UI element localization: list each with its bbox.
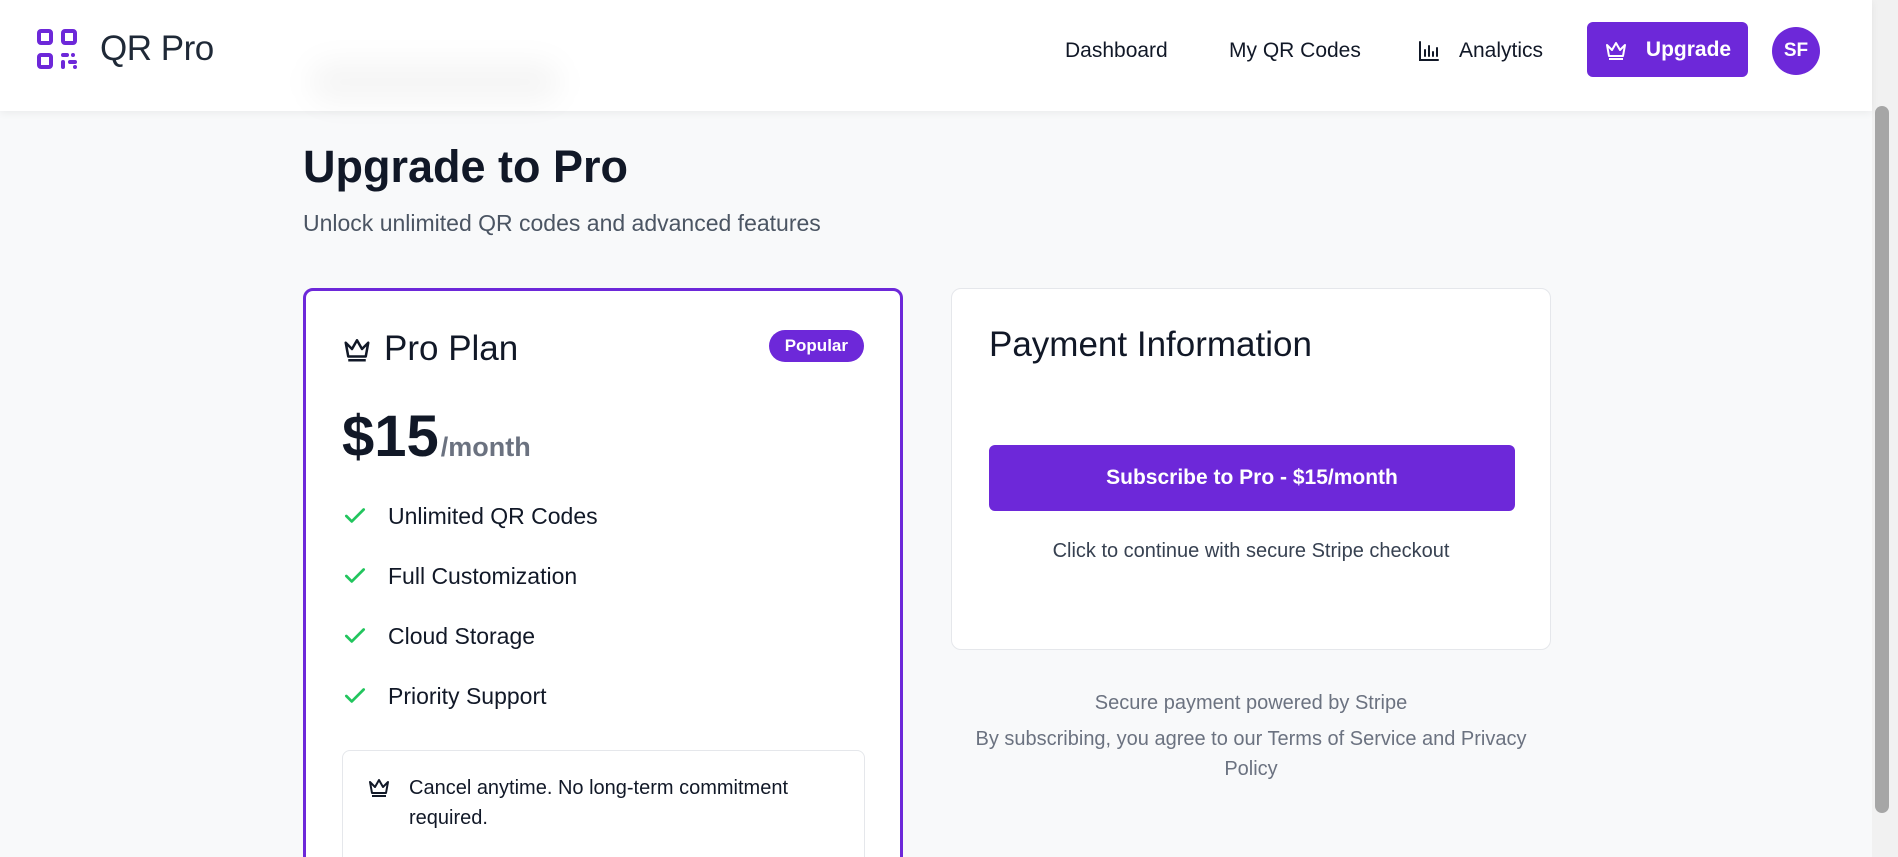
crown-icon [1605,41,1626,60]
price-period: /month [440,432,531,462]
feature-label: Unlimited QR Codes [388,502,598,529]
check-icon [344,508,366,523]
feature-list: Unlimited QR Codes Full Customization Cl… [342,486,598,726]
brand-name: QR Pro [100,29,214,68]
feature-item: Priority Support [342,666,598,726]
check-icon [344,628,366,643]
bar-chart-icon [1419,41,1439,61]
cancel-note: Cancel anytime. No long-term commitment … [342,750,865,857]
top-navbar: QR Pro Dashboard My QR Codes Analytics U… [0,0,1872,111]
nav-my-qr-codes-label: My QR Codes [1229,39,1361,62]
plan-price: $15 /month [342,403,531,470]
feature-label: Full Customization [388,562,578,589]
avatar[interactable]: SF [1772,27,1820,75]
page: QR Pro Dashboard My QR Codes Analytics U… [0,0,1898,857]
feature-item: Full Customization [342,546,598,606]
feature-label: Priority Support [388,682,547,709]
popular-badge: Popular [768,330,864,362]
page-subtitle: Unlock unlimited QR codes and advanced f… [303,210,821,236]
qr-logo-icon [37,29,77,69]
feature-item: Unlimited QR Codes [342,486,598,546]
price-amount: $15 [342,404,439,469]
upgrade-button[interactable]: Upgrade [1587,22,1748,77]
nav-analytics[interactable]: Analytics [1417,0,1543,102]
nav-my-qr-codes[interactable]: My QR Codes [1229,0,1361,102]
feature-item: Cloud Storage [342,606,598,666]
feature-label: Cloud Storage [388,622,536,649]
nav-dashboard[interactable]: Dashboard [1065,0,1168,102]
payment-card: Payment Information Subscribe to Pro - $… [951,288,1551,650]
secure-payment-note: Secure payment powered by Stripe [1094,692,1408,714]
subscribe-button[interactable]: Subscribe to Pro - $15/month [989,445,1515,511]
avatar-initials: SF [1783,40,1809,61]
page-title: Upgrade to Pro [303,141,629,192]
terms-note: By subscribing, you agree to our Terms o… [975,728,1527,780]
check-icon [344,688,366,703]
plan-name: Pro Plan [384,329,519,368]
payment-title: Payment Information [989,325,1312,364]
cancel-note-text: Cancel anytime. No long-term commitment … [409,777,789,829]
payment-footer: Secure payment powered by Stripe By subs… [951,688,1551,784]
plan-header: Pro Plan [342,329,518,369]
nav-analytics-label: Analytics [1459,39,1544,62]
crown-icon [369,779,389,797]
nav-dashboard-label: Dashboard [1065,39,1168,62]
payment-hint: Click to continue with secure Stripe che… [1052,540,1450,562]
upgrade-button-label: Upgrade [1645,37,1732,61]
pro-plan-card: Pro Plan Popular $15 /month Unlimited QR… [303,288,903,857]
blur-overlay [310,62,560,102]
check-icon [344,568,366,583]
scrollbar-thumb[interactable] [1875,106,1889,813]
brand-logo[interactable]: QR Pro [36,28,214,70]
crown-icon [344,339,370,362]
